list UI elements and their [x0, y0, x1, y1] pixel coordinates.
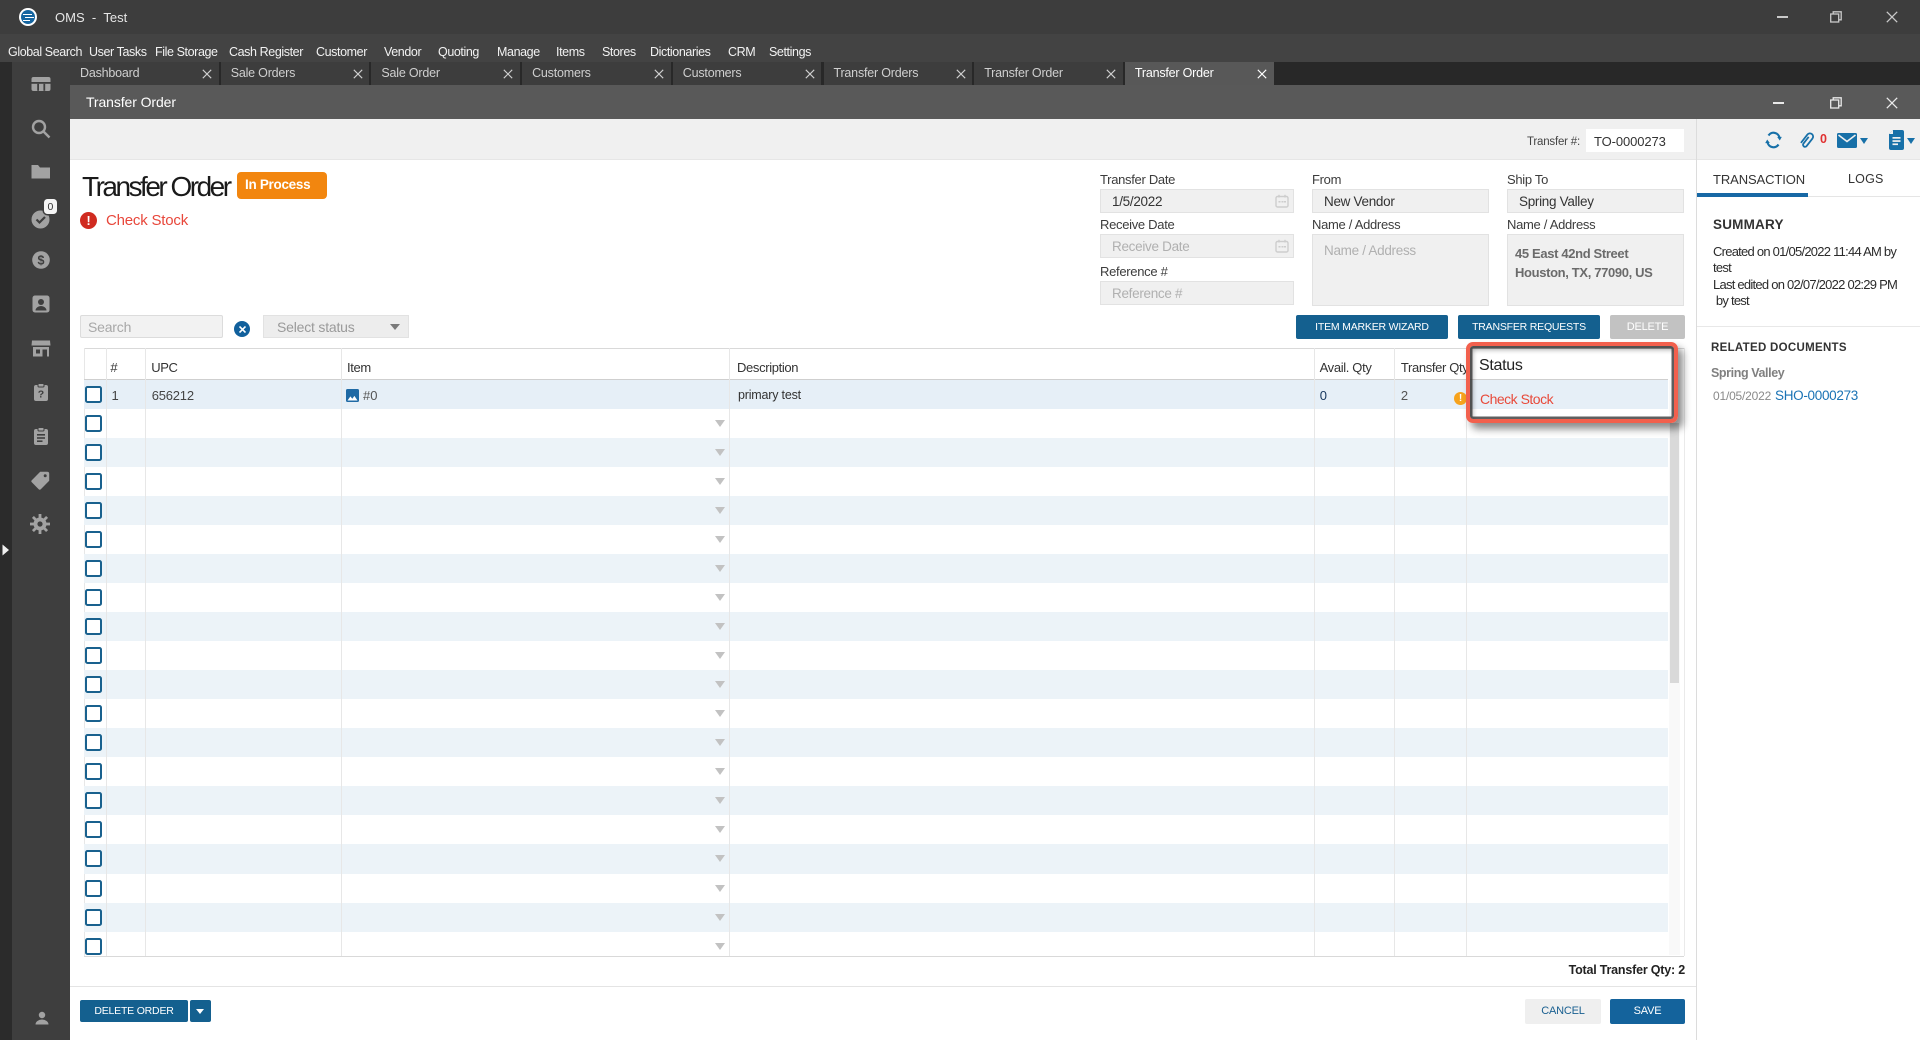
svg-text:?: ?: [37, 389, 43, 401]
svg-text:$: $: [37, 253, 44, 267]
